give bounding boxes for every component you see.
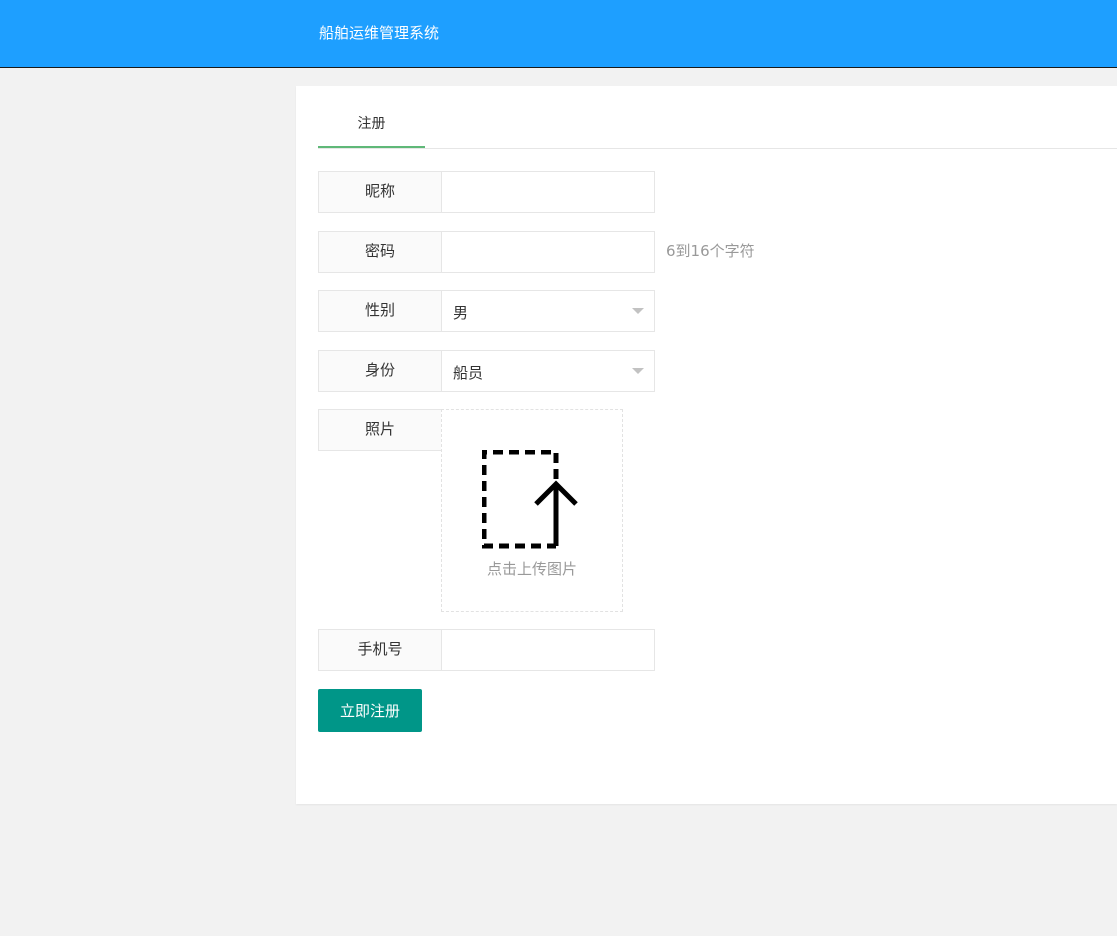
phone-label: 手机号 [318,629,442,671]
top-header: 船舶运维管理系统 [0,0,1117,68]
role-selected-value: 船员 [453,364,484,382]
upload-icon [482,450,578,549]
tab-bar: 注册 [318,86,1117,149]
role-select[interactable]: 船员 [441,350,655,392]
nickname-input[interactable] [441,171,655,213]
chevron-down-icon [632,308,644,314]
password-hint: 6到16个字符 [666,242,755,260]
role-label: 身份 [318,350,442,392]
upload-text: 点击上传图片 [486,560,577,578]
photo-upload-area[interactable]: 点击上传图片 [441,409,623,612]
chevron-down-icon [632,368,644,374]
password-label: 密码 [318,231,442,273]
gender-label: 性别 [318,290,442,332]
phone-input[interactable] [441,629,655,671]
app-title: 船舶运维管理系统 [319,24,440,42]
photo-label: 照片 [318,409,442,451]
nickname-label: 昵称 [318,171,442,213]
register-card: 注册 昵称 密码 6到16个字符 性别 男 身份 船员 照片 点击上传图片 手机… [296,86,1117,804]
password-input[interactable] [441,231,655,273]
tab-register[interactable]: 注册 [318,86,425,148]
register-button[interactable]: 立即注册 [318,689,422,732]
gender-select[interactable]: 男 [441,290,655,332]
gender-selected-value: 男 [453,304,469,322]
